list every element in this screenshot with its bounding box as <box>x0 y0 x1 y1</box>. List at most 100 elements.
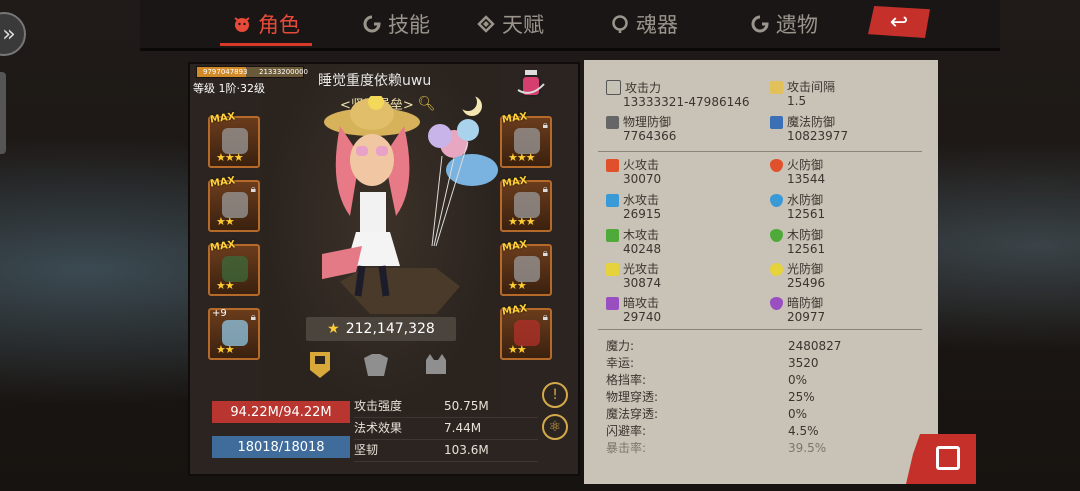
misc-stat-value: 3520 <box>788 356 819 370</box>
stat-label: 木防御 <box>787 228 824 242</box>
star-rating: ★★★ <box>216 151 244 164</box>
stat-wood-atk: 木攻击 40248 <box>606 228 661 256</box>
water-sword-icon <box>606 193 619 207</box>
misc-stat-label: 幸运: <box>606 356 635 370</box>
stat-label: 暗防御 <box>787 296 824 310</box>
star-rating: ★★ <box>216 279 235 292</box>
wood-shield-icon <box>770 228 783 242</box>
stat-value: 1.5 <box>787 94 807 108</box>
level-text: 等级 1阶·32级 <box>193 82 265 95</box>
stat-water-def: 水防御 12561 <box>770 193 825 221</box>
stat-attack-interval: 攻击间隔 1.5 <box>770 80 835 108</box>
combat-power: ★ 212,147,328 <box>306 317 456 341</box>
silver-armor-icon[interactable] <box>362 350 390 380</box>
upgrade-level: +9 <box>212 308 227 319</box>
stat-value: 40248 <box>623 242 662 256</box>
stat-wood-def: 木防御 12561 <box>770 228 825 256</box>
stat-label: 魔法防御 <box>787 115 836 129</box>
misc-stats-list: 魔力: 2480827 幸运: 3520 格挡率: 0% 物理穿透: 25% 魔法穿透:… <box>606 338 916 457</box>
stat-light-def: 光防御 25496 <box>770 262 825 290</box>
stat-water-atk: 水攻击 26915 <box>606 193 661 221</box>
stat-value: 12561 <box>787 242 826 256</box>
back-button[interactable]: ↩ <box>868 6 930 38</box>
atom-icon: ⚛︎ <box>548 419 562 435</box>
stat-value: 12561 <box>787 207 826 221</box>
light-sword-icon <box>606 262 619 276</box>
misc-stat-label: 物理穿透: <box>606 390 659 404</box>
sub-stat-value: 50.75M <box>444 399 489 413</box>
gold-armor-icon[interactable] <box>306 350 334 380</box>
character-avatar[interactable] <box>322 96 512 306</box>
stat-attack: 攻击力 13333321-47986146 <box>606 80 750 109</box>
hint-button[interactable]: ! <box>542 382 568 408</box>
gloves-slot[interactable]: MAX 🔒︎ ★★ <box>208 175 260 232</box>
tab-character[interactable]: 角色 <box>220 8 312 46</box>
stat-label: 物理防御 <box>623 115 672 129</box>
stat-label: 攻击间隔 <box>787 80 836 94</box>
max-badge: MAX <box>209 175 237 190</box>
misc-stat-label: 格挡率: <box>606 373 647 387</box>
tab-label: 角色 <box>258 13 300 37</box>
soul-drop-icon <box>612 15 628 33</box>
misc-stat-value: 0% <box>788 407 808 421</box>
stat-label: 木攻击 <box>623 228 660 242</box>
pet-icon[interactable] <box>422 350 450 380</box>
misc-stat-value: 25% <box>788 390 815 404</box>
star-icon: ★ <box>327 321 340 337</box>
potion-icon[interactable] <box>516 68 546 100</box>
misc-stat-row: 暴击率: 39.5% <box>606 440 916 457</box>
box-icon <box>936 446 960 470</box>
misc-stat-value: 2480827 <box>788 339 842 353</box>
tab-label: 技能 <box>388 13 430 37</box>
crystal-slot[interactable]: +9 🔒︎ ★★ <box>208 308 260 360</box>
tab-relic[interactable]: 遗物 <box>750 8 818 40</box>
skill-swirl-icon <box>363 15 381 33</box>
mp-bar: 18018/18018 <box>212 436 350 458</box>
lock-icon: 🔒︎ <box>542 312 548 323</box>
sub-stat-value: 103.6M <box>444 443 489 457</box>
stat-value: 10823977 <box>787 129 849 143</box>
exp-current: 9797047893 <box>203 68 248 76</box>
lock-icon: 🔒︎ <box>542 184 548 195</box>
stat-fire-def: 火防御 13544 <box>770 158 825 186</box>
stat-value: 20977 <box>787 310 826 324</box>
atom-button[interactable]: ⚛︎ <box>542 414 568 440</box>
stat-value: 30070 <box>623 172 662 186</box>
exp-max: 21333200000 <box>259 68 308 76</box>
misc-stat-row: 闪避率: 4.5% <box>606 423 916 440</box>
stat-value: 7764366 <box>623 129 677 143</box>
misc-stat-row: 魔法穿透: 0% <box>606 406 916 423</box>
relic-swirl-icon <box>751 15 769 33</box>
tab-skills[interactable]: 技能 <box>362 8 430 40</box>
misc-stat-label: 魔法穿透: <box>606 407 659 421</box>
tab-label: 天赋 <box>502 13 544 37</box>
star-rating: ★★ <box>216 343 235 356</box>
exclamation-icon: ! <box>552 387 558 403</box>
amulet-slot[interactable]: MAX 🔒︎ ★★ <box>500 303 552 360</box>
side-handle[interactable] <box>0 72 6 154</box>
tab-soul[interactable]: 魂器 <box>610 8 678 40</box>
misc-stat-label: 闪避率: <box>606 424 647 438</box>
misc-stat-label: 魔力: <box>606 339 635 353</box>
weapon-slot[interactable]: MAX ★★★ <box>208 111 260 168</box>
sub-stats-list: 攻击强度 50.75M 法术效果 7.44M 坚韧 103.6M <box>354 396 538 462</box>
sub-stat-row: 攻击强度 50.75M <box>354 396 538 418</box>
magic-shield-icon <box>770 115 783 129</box>
stat-value: 13333321-47986146 <box>623 95 750 109</box>
stat-phys-def: 物理防御 7764366 <box>606 115 676 143</box>
lock-icon: 🔒︎ <box>542 120 548 131</box>
sub-stat-row: 坚韧 103.6M <box>354 440 538 462</box>
wing-sword-icon <box>770 80 783 94</box>
stat-light-atk: 光攻击 30874 <box>606 262 661 290</box>
stat-label: 火防御 <box>787 158 824 172</box>
tab-talent[interactable]: 天赋 <box>476 8 544 40</box>
star-rating: ★★ <box>508 343 527 356</box>
dark-sword-icon <box>606 296 619 310</box>
fire-sword-icon <box>606 158 619 172</box>
sub-stat-value: 7.44M <box>444 421 482 435</box>
back-arrow-icon: ↩ <box>889 9 909 35</box>
divider <box>598 329 922 330</box>
stat-label: 攻击力 <box>625 80 662 95</box>
staff-slot[interactable]: MAX ★★ <box>208 239 260 296</box>
stat-label: 光攻击 <box>623 262 660 276</box>
